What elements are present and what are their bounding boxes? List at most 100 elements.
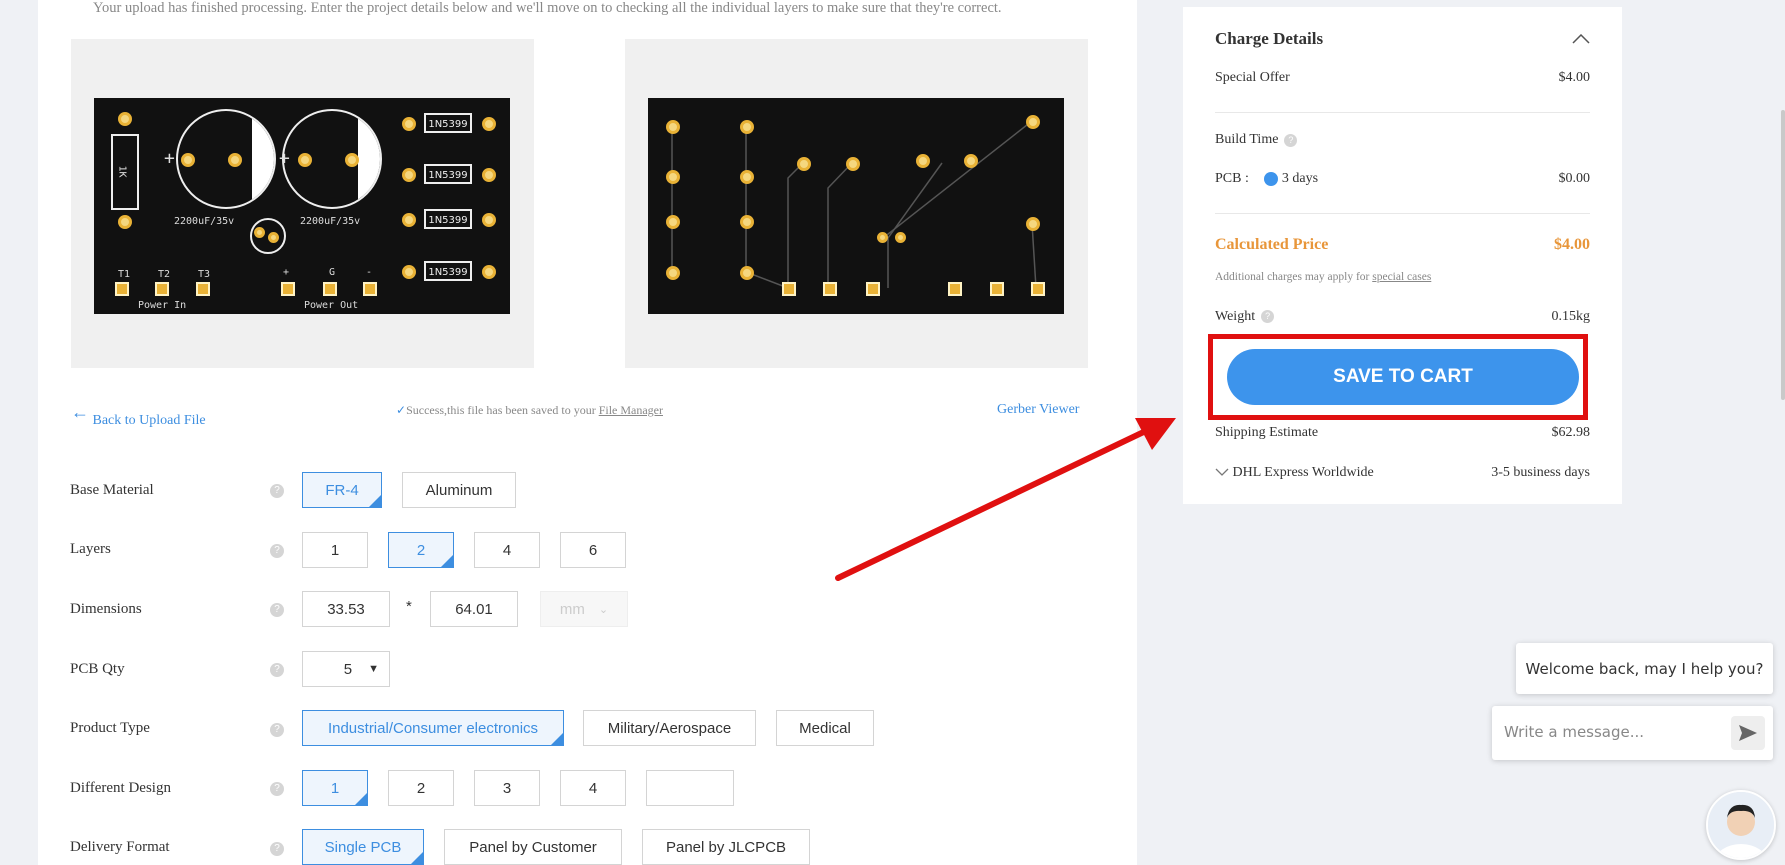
chevron-down-icon: ⌄	[598, 603, 609, 616]
width-input[interactable]: 33.53	[302, 591, 390, 627]
option-fr4[interactable]: FR-4	[302, 472, 382, 508]
carrier-row[interactable]: DHL Express Worldwide 3-5 business days	[1215, 465, 1590, 481]
pad	[1026, 115, 1040, 129]
send-button[interactable]	[1731, 716, 1765, 750]
pad	[823, 282, 837, 296]
option-layers-6[interactable]: 6	[560, 532, 626, 568]
help-icon[interactable]: ?	[270, 544, 284, 558]
pad	[298, 153, 312, 167]
product-type-label: Product Type	[70, 720, 150, 736]
checkmark-icon: ✓	[396, 403, 407, 417]
pad	[228, 153, 242, 167]
terminal-label: +	[283, 267, 290, 278]
pad	[482, 213, 496, 227]
pad	[402, 213, 416, 227]
help-icon[interactable]: ?	[1261, 310, 1275, 324]
pad	[402, 117, 416, 131]
option-panel-jlcpcb[interactable]: Panel by JLCPCB	[642, 829, 810, 865]
pad	[181, 153, 195, 167]
pcb-front-board: 1K + + 2200uF/35v 2200uF/35v 1N5399 1N53…	[94, 98, 510, 314]
help-icon[interactable]: ?	[270, 663, 284, 677]
chat-input-box[interactable]: Write a message...	[1492, 706, 1773, 760]
save-success-message: ✓Success,this file has been saved to you…	[396, 403, 663, 417]
power-out-label: Power Out	[304, 300, 359, 311]
charge-header: Charge Details	[1215, 29, 1590, 49]
terminal-label: T1	[118, 269, 131, 280]
option-panel-customer[interactable]: Panel by Customer	[444, 829, 622, 865]
resistor-outline: 1K	[111, 134, 139, 210]
help-icon[interactable]: ?	[270, 484, 284, 498]
layers-label: Layers	[70, 541, 111, 557]
option-medical[interactable]: Medical	[776, 710, 874, 746]
terminal-label: T3	[198, 269, 211, 280]
collapse-chevron-icon[interactable]	[1572, 29, 1590, 49]
pad	[363, 282, 377, 296]
pad	[118, 215, 132, 229]
pad	[895, 232, 906, 243]
dropdown-arrow-icon: ▼	[368, 663, 379, 675]
pad	[268, 232, 279, 243]
arrow-left-icon: ←	[71, 402, 89, 422]
option-layers-1[interactable]: 1	[302, 532, 368, 568]
back-to-upload-link[interactable]: ← Back to Upload File	[71, 402, 206, 428]
pad	[782, 282, 796, 296]
option-design-1[interactable]: 1	[302, 770, 368, 806]
option-design-2[interactable]: 2	[388, 770, 454, 806]
send-icon	[1739, 725, 1757, 741]
option-design-4[interactable]: 4	[560, 770, 626, 806]
special-cases-link[interactable]: special cases	[1372, 271, 1431, 283]
pcb-back-preview	[625, 39, 1088, 368]
pad	[866, 282, 880, 296]
calculated-price-row: Calculated Price $4.00	[1215, 236, 1590, 253]
pad	[964, 154, 978, 168]
chat-agent-avatar[interactable]	[1706, 790, 1776, 860]
divider	[1215, 112, 1590, 113]
height-input[interactable]: 64.01	[430, 591, 518, 627]
design-custom-input[interactable]	[646, 770, 734, 806]
pad	[666, 215, 680, 229]
build-time-row: Build Time?	[1215, 132, 1590, 148]
option-military[interactable]: Military/Aerospace	[583, 710, 756, 746]
option-aluminum[interactable]: Aluminum	[402, 472, 516, 508]
pad	[740, 120, 754, 134]
help-icon[interactable]: ?	[270, 603, 284, 617]
pcb-qty-select[interactable]: 5 ▼	[302, 651, 390, 687]
intro-text: Your upload has finished processing. Ent…	[93, 0, 1002, 16]
shipping-estimate-row: Shipping Estimate $62.98	[1215, 425, 1590, 440]
radio-selected-icon[interactable]	[1264, 171, 1279, 186]
different-design-label: Different Design	[70, 780, 171, 796]
chat-message-input[interactable]: Write a message...	[1504, 723, 1644, 741]
pad	[990, 282, 1004, 296]
option-design-3[interactable]: 3	[474, 770, 540, 806]
resistor-label: 1K	[116, 165, 128, 178]
pad	[115, 282, 129, 296]
delivery-format-label: Delivery Format	[70, 839, 170, 855]
help-icon[interactable]: ?	[1284, 133, 1298, 147]
pcb-back-board	[648, 98, 1064, 314]
pcb-front-preview: 1K + + 2200uF/35v 2200uF/35v 1N5399 1N53…	[71, 39, 534, 368]
pad	[402, 265, 416, 279]
additional-charges-note: Additional charges may apply for special…	[1215, 271, 1432, 283]
agent-avatar-icon	[1708, 792, 1774, 858]
pad	[666, 266, 680, 280]
file-manager-link[interactable]: File Manager	[599, 403, 663, 417]
option-layers-4[interactable]: 4	[474, 532, 540, 568]
help-icon[interactable]: ?	[270, 782, 284, 796]
dimensions-label: Dimensions	[70, 601, 142, 617]
scrollbar[interactable]	[1781, 110, 1785, 400]
charge-title: Charge Details	[1215, 29, 1324, 48]
pad	[482, 265, 496, 279]
pad	[402, 168, 416, 182]
pad	[797, 157, 811, 171]
pad	[482, 168, 496, 182]
diode-label: 1N5399	[424, 113, 472, 133]
unit-select[interactable]: mm ⌄	[540, 591, 628, 627]
option-layers-2[interactable]: 2	[388, 532, 454, 568]
help-icon[interactable]: ?	[270, 842, 284, 856]
power-in-label: Power In	[138, 300, 187, 311]
terminal-label: -	[366, 267, 373, 278]
option-single-pcb[interactable]: Single PCB	[302, 829, 424, 865]
help-icon[interactable]: ?	[270, 723, 284, 737]
option-industrial[interactable]: Industrial/Consumer electronics	[302, 710, 564, 746]
pad	[155, 282, 169, 296]
